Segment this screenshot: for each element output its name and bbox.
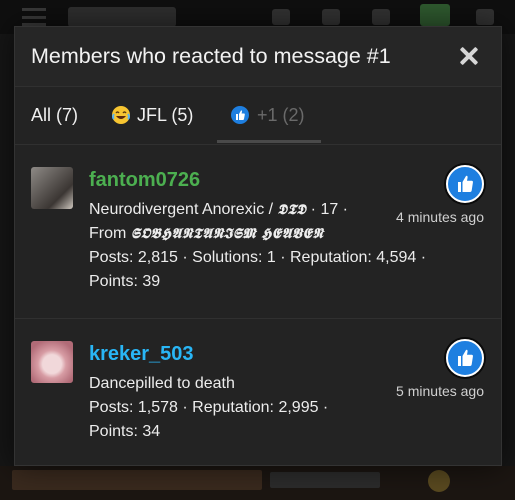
background-image-strip xyxy=(12,470,262,490)
user-location-gothic: 𝕾𝕺𝕭𝕳𝕬𝕹𝕿𝕬𝕹𝕴𝕾𝕸 𝕳𝕰𝕬𝖁𝕰𝕹 xyxy=(130,226,324,242)
tab-plus-one[interactable]: +1 (2) xyxy=(217,87,321,143)
modal-header: Members who reacted to message #1 xyxy=(15,27,501,87)
avatar[interactable] xyxy=(31,167,73,209)
user-stats: Posts: 2,815 · Solutions: 1 · Reputation… xyxy=(89,249,427,266)
site-logo xyxy=(68,7,176,27)
user-stats: Posts: 1,578 · Reputation: 2,995 · xyxy=(89,399,329,416)
tab-jfl-label: JFL (5) xyxy=(137,104,194,125)
tab-all[interactable]: All (7) xyxy=(31,87,78,143)
user-title: Dancepilled to death xyxy=(89,375,235,392)
background-text-strip xyxy=(270,472,380,488)
user-title-gothic: 𝕯𝕿𝕯 xyxy=(277,202,307,218)
username-link[interactable]: kreker_503 xyxy=(89,343,194,366)
lightning-icon xyxy=(372,9,390,25)
tab-jfl[interactable]: JFL (5) xyxy=(111,87,193,143)
reaction-tabs: All (7) JFL (5) +1 (2) xyxy=(15,87,501,145)
user-title-text: Neurodivergent Anorexic / xyxy=(89,201,278,218)
user-points: Points: 39 xyxy=(89,273,161,290)
reaction-timestamp[interactable]: 5 minutes ago xyxy=(396,383,484,399)
tab-plus-one-label: +1 (2) xyxy=(257,104,305,125)
menu-icon xyxy=(22,8,46,26)
user-title-suffix: · 17 · xyxy=(306,201,349,218)
laughing-crying-emoji-icon xyxy=(111,105,131,125)
bell-icon xyxy=(322,9,340,25)
tab-all-label: All (7) xyxy=(31,104,79,125)
user-title: Neurodivergent Anorexic / 𝕯𝕿𝕯 · 17 · xyxy=(89,201,348,219)
thumbs-up-icon xyxy=(446,339,484,377)
user-points: Points: 34 xyxy=(89,423,161,440)
list-item: fantom0726 Neurodivergent Anorexic / 𝕯𝕿𝕯… xyxy=(15,145,501,319)
notification-badge xyxy=(420,4,450,26)
avatar[interactable] xyxy=(31,341,73,383)
background-emoji-icon xyxy=(428,470,450,492)
reactions-modal: Members who reacted to message #1 All (7… xyxy=(14,26,502,466)
modal-title: Members who reacted to message #1 xyxy=(31,44,391,68)
username-link[interactable]: fantom0726 xyxy=(89,169,200,192)
user-location-prefix: From xyxy=(89,225,131,242)
reaction-timestamp[interactable]: 4 minutes ago xyxy=(396,209,484,225)
user-location: From 𝕾𝕺𝕭𝕳𝕬𝕹𝕿𝕬𝕹𝕴𝕾𝕸 𝕳𝕰𝕬𝖁𝕰𝕹 xyxy=(89,225,323,243)
close-icon[interactable] xyxy=(457,44,481,68)
mail-icon xyxy=(272,9,290,25)
list-item: kreker_503 Dancepilled to death Posts: 1… xyxy=(15,319,501,465)
thumbs-up-icon xyxy=(231,106,249,124)
thumbs-up-icon xyxy=(446,165,484,203)
search-icon xyxy=(476,9,494,25)
